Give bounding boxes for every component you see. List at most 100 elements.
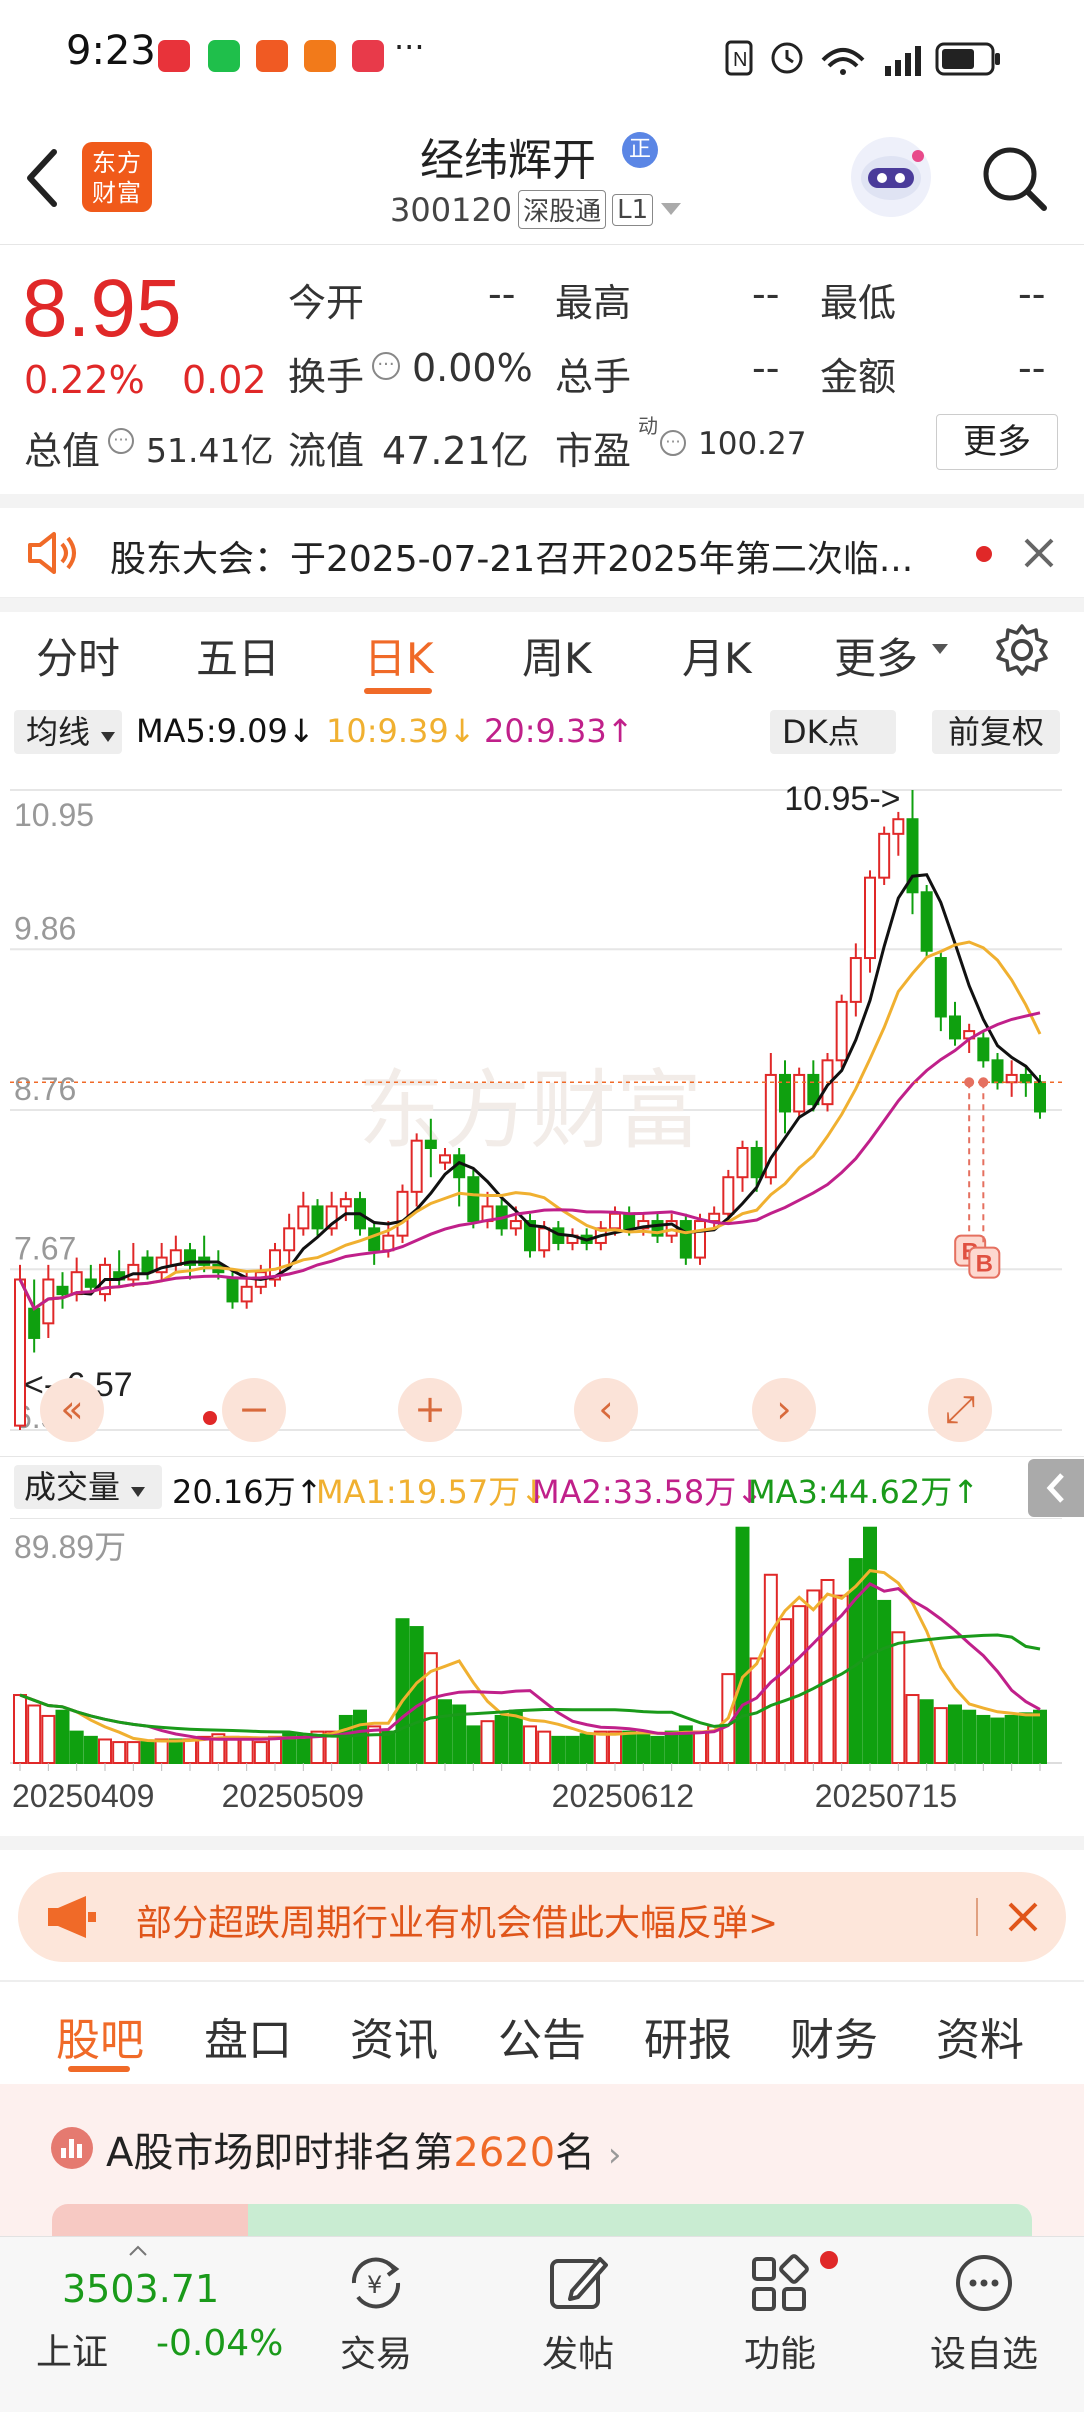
nav-trade[interactable]: ¥ 交易 xyxy=(296,2251,456,2377)
close-icon[interactable] xyxy=(1006,1900,1040,1934)
status-icons: N xyxy=(725,40,1000,76)
candlestick-chart[interactable]: 东方财富10.959.868.767.676.5710.95-><--6.57B… xyxy=(10,760,1062,1455)
volume-bar xyxy=(537,1730,552,1765)
volume-bar xyxy=(41,1714,56,1765)
tab-news[interactable]: 资讯 xyxy=(350,2004,438,2068)
info-icon[interactable]: ··· xyxy=(660,430,686,456)
app-logo-text: 东方财富 xyxy=(92,149,142,207)
nav-watchlist[interactable]: 设自选 xyxy=(904,2251,1064,2377)
divider xyxy=(0,1980,1084,1982)
candle xyxy=(396,1190,409,1237)
change-percent: 0.22% xyxy=(24,358,145,402)
tab-profile[interactable]: 资料 xyxy=(936,2004,1024,2068)
scroll-left-button[interactable]: ‹ xyxy=(574,1378,638,1442)
tab-announcements[interactable]: 公告 xyxy=(498,2004,586,2068)
high-value: -- xyxy=(752,272,780,316)
nav-functions[interactable]: 功能 xyxy=(700,2251,860,2377)
tab-time-share[interactable]: 分时 xyxy=(36,625,120,686)
tab-monthly-k[interactable]: 月K xyxy=(682,625,752,686)
marker-dot xyxy=(203,1411,217,1425)
volume-bar xyxy=(154,1738,169,1764)
zoom-out-button[interactable]: − xyxy=(222,1378,286,1442)
candle xyxy=(410,1139,423,1193)
robot-assistant-icon[interactable] xyxy=(848,134,934,220)
y-tick-label: 9.86 xyxy=(14,910,76,946)
search-icon[interactable] xyxy=(980,144,1050,214)
candle xyxy=(439,1154,451,1164)
chevron-down-icon xyxy=(101,732,116,742)
tab-forum[interactable]: 股吧 xyxy=(56,2004,144,2068)
scroll-left-fast-button[interactable]: « xyxy=(40,1378,104,1442)
info-icon[interactable]: ··· xyxy=(108,428,134,454)
promo-banner[interactable]: 部分超跌周期行业有机会借此大幅反弹> xyxy=(18,1872,1066,1962)
ranking-text: A股市场即时排名第2620名 › xyxy=(106,2120,622,2178)
volume-bar xyxy=(877,1599,892,1764)
volume-bar xyxy=(338,1714,353,1765)
volume-selector[interactable]: 成交量 xyxy=(14,1465,162,1509)
ma20-value: 20:9.33↑ xyxy=(484,712,634,750)
chevron-down-icon[interactable] xyxy=(659,201,683,219)
low-label: 最低 xyxy=(820,281,897,325)
volume-bar xyxy=(438,1699,452,1765)
tab-weekly-k[interactable]: 周K xyxy=(522,625,592,686)
banner-text: 部分超跌周期行业有机会借此大幅反弹> xyxy=(136,1903,779,1944)
tab-more[interactable]: 更多 xyxy=(834,625,918,686)
index-name: 上证 xyxy=(36,2332,109,2373)
volume-bar xyxy=(55,1709,70,1764)
tab-financials[interactable]: 财务 xyxy=(790,2004,878,2068)
index-ticker[interactable]: 3503.71 上证 -0.04% xyxy=(0,2237,283,2412)
high-price-annotation: 10.95-> xyxy=(784,780,900,818)
more-quote-button[interactable]: 更多 xyxy=(936,414,1058,470)
volume-bar xyxy=(919,1699,934,1765)
volume-value: -- xyxy=(752,346,780,390)
volume-bar xyxy=(494,1714,509,1765)
tab-order-book[interactable]: 盘口 xyxy=(204,2004,292,2068)
tab-daily-k[interactable]: 日K xyxy=(364,625,434,686)
scroll-right-button[interactable]: › xyxy=(752,1378,816,1442)
app-logo[interactable]: 东方财富 xyxy=(82,142,152,212)
close-icon[interactable] xyxy=(1022,536,1056,570)
volume-ma1: MA1:19.57万↓ xyxy=(316,1473,548,1511)
indicator-selector[interactable]: 均线 xyxy=(14,710,122,754)
market-cap-value: 51.41亿 xyxy=(146,431,274,470)
volume-bar xyxy=(778,1618,792,1764)
amount-label: 金额 xyxy=(820,355,897,399)
speaker-icon xyxy=(28,532,76,574)
back-arrow-icon[interactable] xyxy=(22,148,62,208)
volume-bar xyxy=(622,1730,637,1765)
index-change: -0.04% xyxy=(156,2323,284,2364)
market-cap-label: 总值 xyxy=(24,429,101,473)
info-icon[interactable]: ··· xyxy=(372,352,400,380)
turnover-value: 0.00% xyxy=(412,346,533,390)
turnover-label: 换手 xyxy=(288,355,365,399)
ranking-card[interactable]: A股市场即时排名第2620名 › xyxy=(0,2084,1084,2236)
side-panel-toggle[interactable] xyxy=(1028,1459,1084,1517)
y-tick-label: 10.95 xyxy=(14,797,94,833)
dk-point-button[interactable]: DK点 xyxy=(770,710,896,754)
x-tick-label: 20250612 xyxy=(552,1778,694,1814)
candle xyxy=(708,1212,721,1223)
zoom-in-button[interactable]: + xyxy=(398,1378,462,1442)
candle xyxy=(849,957,862,1003)
volume-chart[interactable]: 89.89万 20250409 20250509 20250612 20250715 xyxy=(10,1518,1062,1818)
taobao-icon xyxy=(304,40,336,72)
status-time: 9:23 xyxy=(66,28,156,74)
bar-chart-icon xyxy=(51,2127,93,2169)
fullscreen-button[interactable]: ⤢ xyxy=(928,1378,992,1442)
chevron-down-icon[interactable] xyxy=(930,642,950,656)
tab-research[interactable]: 研报 xyxy=(644,2004,732,2068)
volume-bar xyxy=(409,1626,424,1764)
volume-bar xyxy=(735,1526,750,1764)
forward-adjust-button[interactable]: 前复权 xyxy=(932,710,1060,754)
volume-latest: 20.16万↑ xyxy=(172,1473,323,1511)
candle xyxy=(382,1234,395,1252)
candle xyxy=(297,1205,310,1230)
candle xyxy=(538,1227,551,1252)
candle xyxy=(679,1220,692,1259)
candle xyxy=(70,1271,83,1296)
tab-five-day[interactable]: 五日 xyxy=(196,625,280,686)
banner-divider xyxy=(976,1898,978,1936)
nav-post[interactable]: 发帖 xyxy=(498,2251,658,2377)
notice-bar[interactable]: 股东大会：于2025-07-21召开2025年第二次临... xyxy=(0,508,1084,598)
gear-icon[interactable] xyxy=(994,622,1050,678)
